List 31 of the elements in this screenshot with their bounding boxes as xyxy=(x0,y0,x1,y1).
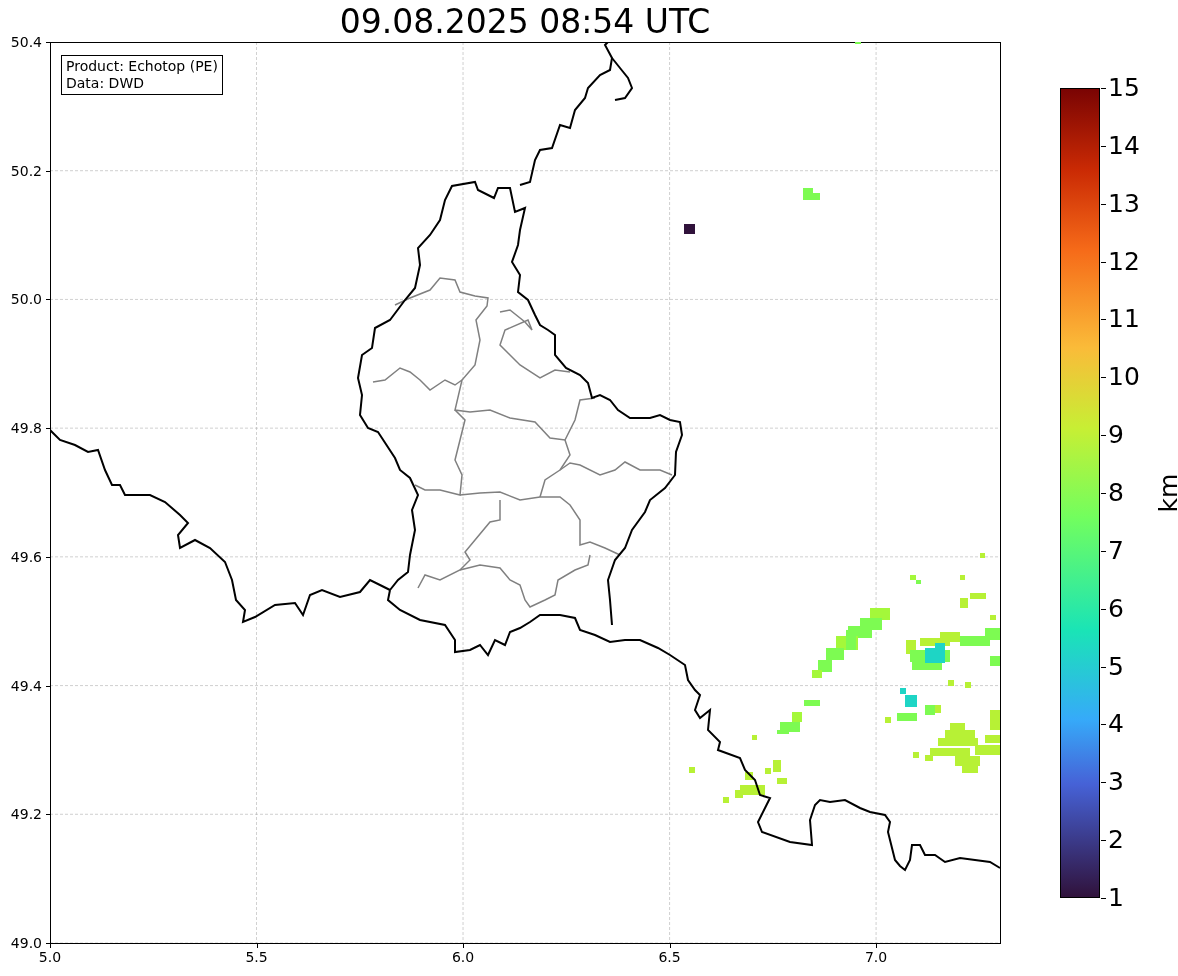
colorbar-tick-label: 10 xyxy=(1108,363,1140,392)
colorbar-tick-label: 5 xyxy=(1108,652,1124,681)
colorbar-tick-label: 8 xyxy=(1108,479,1124,507)
axis-tick-label: 50.0 xyxy=(9,291,42,309)
colorbar-tick-label: 12 xyxy=(1108,247,1140,276)
axis-tick-label: 49.6 xyxy=(9,548,42,566)
colorbar-tick-label: 4 xyxy=(1108,710,1124,739)
colorbar-tick-label: 2 xyxy=(1108,826,1124,855)
legend-text: Data: DWD xyxy=(66,75,145,92)
colorbar-tick-label: 9 xyxy=(1108,421,1124,450)
axis-tick-label: 5.5 xyxy=(244,949,269,966)
axis-tick-label: 49.8 xyxy=(9,420,42,438)
colorbar-tick-label: 7 xyxy=(1108,536,1124,565)
axis-tick-label: 49.4 xyxy=(9,677,42,695)
axis-tick-label: 7.0 xyxy=(863,949,889,966)
colorbar-tick-label: 15 xyxy=(1108,74,1140,102)
colorbar-tick-label: 11 xyxy=(1108,305,1140,334)
colorbar-tick-label: 1 xyxy=(1108,884,1124,912)
axis-tick-label: 5.0 xyxy=(37,949,63,966)
colorbar-tick-label: 13 xyxy=(1108,189,1140,218)
legend-text: Product: Echotop (PE) xyxy=(66,58,218,75)
colorbar-label: km xyxy=(1154,473,1178,513)
colorbar-tick-label: 6 xyxy=(1108,594,1124,623)
axis-tick-label: 50.4 xyxy=(9,34,42,51)
axis-tick-label: 6.5 xyxy=(657,949,682,966)
colorbar-tick-label: 14 xyxy=(1108,131,1140,160)
axis-tick-label: 49.0 xyxy=(9,935,42,952)
colorbar-tick-label: 3 xyxy=(1108,768,1124,797)
axis-tick-label: 6.0 xyxy=(450,949,476,966)
axis-tick-label: 49.2 xyxy=(9,806,42,824)
axis-tick-label: 50.2 xyxy=(9,162,42,180)
